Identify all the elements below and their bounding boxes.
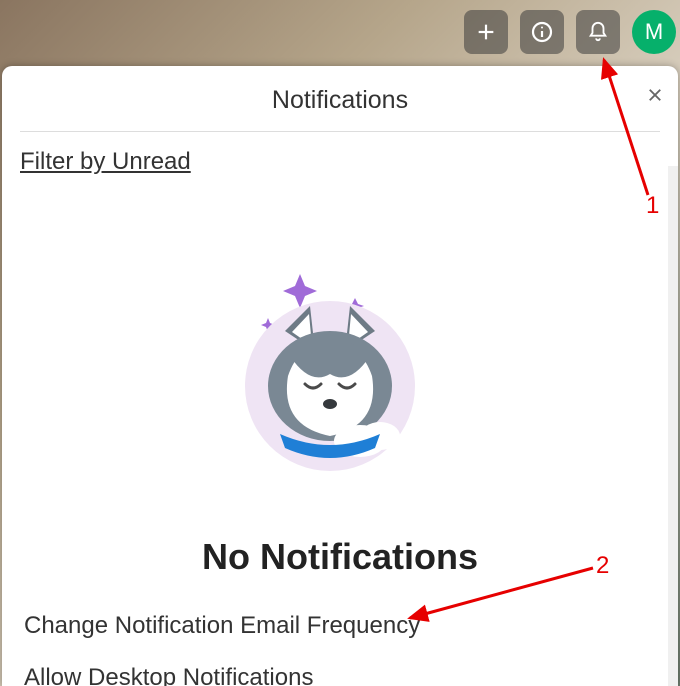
header-icon-bar: M: [464, 10, 676, 54]
empty-title: No Notifications: [202, 536, 478, 578]
close-icon: [646, 86, 664, 104]
info-icon: [530, 20, 554, 44]
panel-title: Notifications: [2, 86, 678, 115]
divider: [20, 131, 660, 132]
husky-icon: [230, 256, 450, 476]
plus-icon: [475, 21, 497, 43]
change-email-frequency-link[interactable]: Change Notification Email Frequency: [24, 612, 420, 640]
notifications-button[interactable]: [576, 10, 620, 54]
add-button[interactable]: [464, 10, 508, 54]
panel-header: Notifications: [2, 66, 678, 131]
empty-illustration: [230, 256, 450, 476]
avatar[interactable]: M: [632, 10, 676, 54]
avatar-initial: M: [645, 19, 663, 45]
scrollbar[interactable]: [668, 166, 678, 686]
notifications-panel: Notifications Filter by Unread: [2, 66, 678, 686]
settings-links: Change Notification Email Frequency Allo…: [2, 612, 420, 686]
allow-desktop-notifications-link[interactable]: Allow Desktop Notifications: [24, 664, 420, 686]
empty-state: No Notifications Change Notification Ema…: [2, 256, 678, 686]
bell-icon: [587, 21, 609, 43]
close-button[interactable]: [646, 86, 664, 108]
info-button[interactable]: [520, 10, 564, 54]
filter-by-unread-link[interactable]: Filter by Unread: [20, 148, 191, 176]
